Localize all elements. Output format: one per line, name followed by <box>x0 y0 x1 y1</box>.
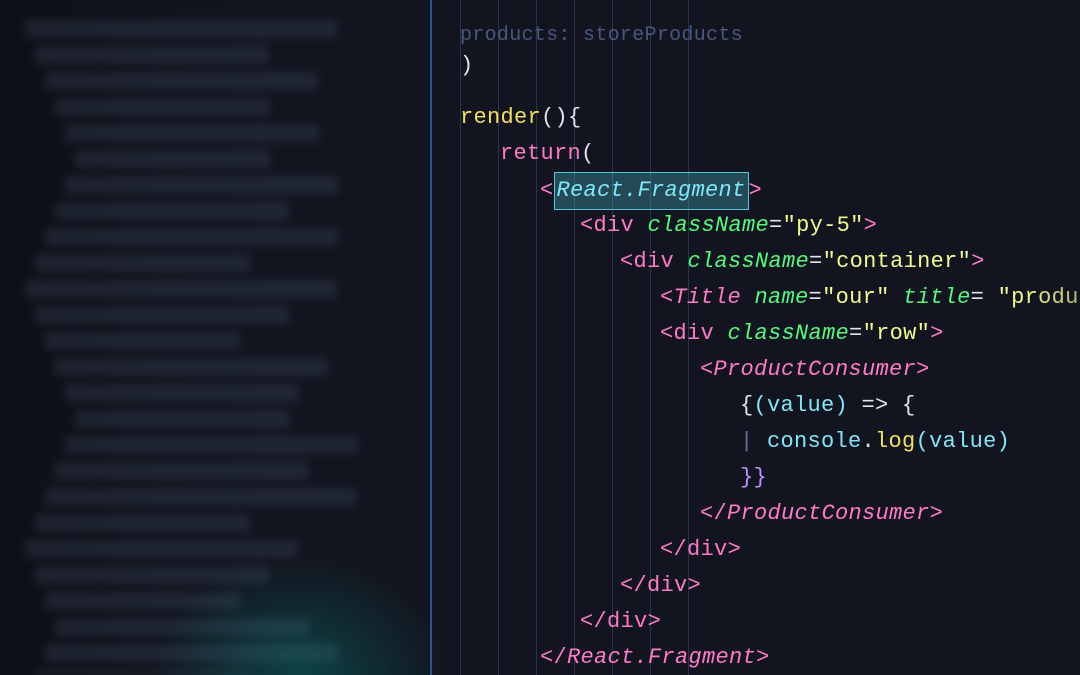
code-text-close-div-2: </div> <box>620 568 701 604</box>
code-line-close-div-1: </div> <box>630 532 1080 568</box>
code-text-console-log: | console.log(value) <box>740 424 1010 460</box>
code-text-fragment-close: </React.Fragment> <box>540 640 770 675</box>
glow-bottom-effect <box>150 555 450 675</box>
code-line-close-div-3: </div> <box>550 604 1080 640</box>
code-editor-main: products: storeProducts ) render() { ret… <box>430 0 1080 675</box>
code-editor-screen: products: storeProducts ) render() { ret… <box>0 0 1080 675</box>
code-line-product-consumer-close: </ProductConsumer> <box>670 496 1080 532</box>
code-line-react-fragment-close: </React.Fragment> <box>510 640 1080 675</box>
code-text-render-brace: { <box>568 100 582 136</box>
code-text-render-parens: () <box>541 100 568 136</box>
code-text-render-name: render <box>460 100 541 136</box>
code-line-div-container: <div className="container"> <box>590 244 1080 280</box>
code-line-close-div-2: </div> <box>590 568 1080 604</box>
code-line-div-row: <div className="row"> <box>630 316 1080 352</box>
code-text-div-row: <div className="row"> <box>660 316 944 352</box>
code-text-div-py5: <div className="py-5"> <box>580 208 877 244</box>
code-line-1: products: storeProducts <box>430 18 1080 48</box>
code-line-render: render() { <box>430 100 1080 136</box>
code-line-title: <Title name="our" title= "produ <box>630 280 1080 316</box>
code-line-empty <box>430 80 1080 100</box>
code-line-react-fragment-open: <React.Fragment> <box>510 172 1080 208</box>
code-text-close-div-3: </div> <box>580 604 661 640</box>
code-text-title: <Title name="our" title= "produ <box>660 280 1079 316</box>
code-text-return: return <box>500 136 581 172</box>
code-text-close-div-1: </div> <box>660 532 741 568</box>
code-text-product-consumer-close: </ProductConsumer> <box>700 496 943 532</box>
code-line-product-consumer-open: <ProductConsumer> <box>670 352 1080 388</box>
code-text-fragment-open: <React.Fragment> <box>540 172 762 210</box>
right-fade <box>1020 0 1080 675</box>
code-text-product-consumer-open: <ProductConsumer> <box>700 352 930 388</box>
code-text-close-fn: }} <box>740 460 767 496</box>
code-text-arrow-fn: {(value) => { <box>740 388 916 424</box>
code-line-console-log: | console.log(value) <box>430 424 1080 460</box>
code-line-div-py5: <div className="py-5"> <box>550 208 1080 244</box>
code-text-1: products: storeProducts <box>460 18 743 54</box>
code-line-return: return ( <box>470 136 1080 172</box>
code-text-return-paren: ( <box>581 136 595 172</box>
indent-guide-main <box>430 0 432 675</box>
code-text-div-container: <div className="container"> <box>620 244 985 280</box>
